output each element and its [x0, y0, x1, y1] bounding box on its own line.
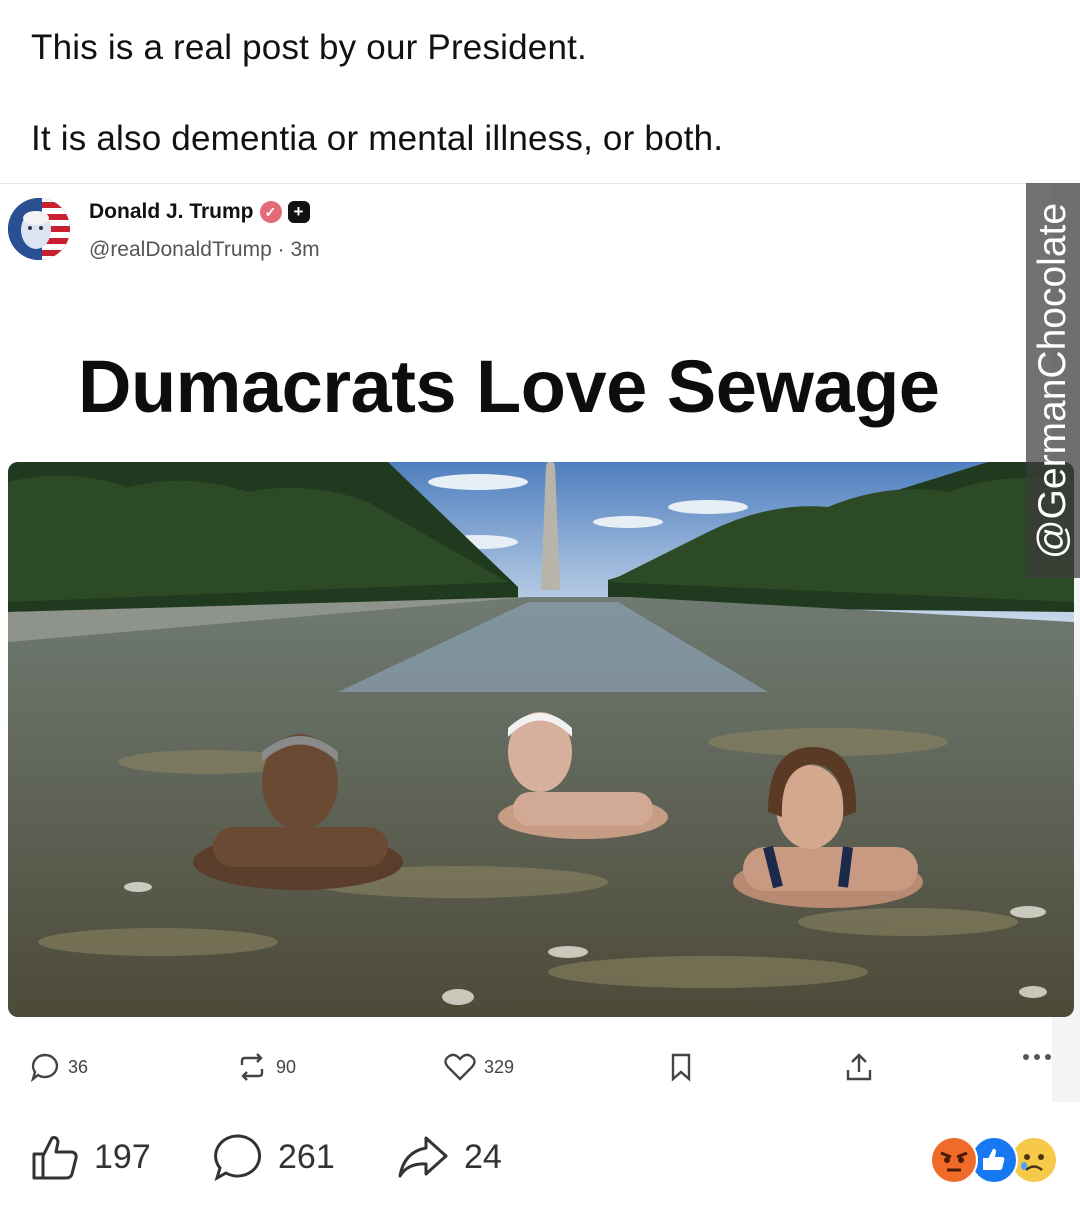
- like-action[interactable]: 329: [444, 1052, 514, 1082]
- plus-badge-icon: +: [287, 201, 310, 223]
- author-name[interactable]: Donald J. Trump: [89, 200, 254, 224]
- share-arrow-icon: [398, 1136, 448, 1178]
- heart-icon: [444, 1053, 476, 1081]
- verified-badge-icon: ✓: [259, 201, 282, 223]
- facebook-like-button[interactable]: 197: [30, 1132, 151, 1182]
- bookmark-icon: [671, 1053, 691, 1082]
- author-handle-time[interactable]: @realDonaldTrump · 3m: [89, 238, 320, 262]
- share-action[interactable]: [845, 1052, 873, 1082]
- reply-action[interactable]: 36: [30, 1052, 88, 1082]
- reply-count: 36: [68, 1056, 89, 1077]
- facebook-like-count: 197: [94, 1137, 151, 1176]
- comment-icon: [214, 1134, 262, 1182]
- repost-icon: [240, 1053, 264, 1081]
- facebook-share-button[interactable]: 24: [396, 1132, 502, 1182]
- post-image[interactable]: [8, 462, 1074, 1017]
- facebook-action-bar: 197 261 24: [0, 1102, 1080, 1210]
- bookmark-action[interactable]: [669, 1052, 693, 1082]
- facebook-comment-button[interactable]: 261: [212, 1132, 335, 1182]
- post-headline: Dumacrats Love Sewage: [78, 345, 940, 428]
- facebook-share-count: 24: [464, 1137, 502, 1176]
- caption-line-2: It is also dementia or mental illness, o…: [31, 119, 724, 158]
- repost-action[interactable]: 90: [236, 1052, 296, 1082]
- thumbs-up-icon: [32, 1136, 78, 1180]
- post-card: Donald J. Trump ✓ + @realDonaldTrump · 3…: [0, 184, 1074, 1102]
- facebook-comment-count: 261: [278, 1137, 335, 1176]
- embedded-post-screenshot: Donald J. Trump ✓ + @realDonaldTrump · 3…: [0, 183, 1080, 1103]
- like-count: 329: [484, 1056, 515, 1077]
- author-avatar[interactable]: [8, 198, 70, 260]
- reply-icon: [30, 1053, 59, 1082]
- angry-reaction-icon: [930, 1136, 978, 1184]
- repost-count: 90: [276, 1056, 297, 1077]
- more-options-action[interactable]: [1022, 1052, 1052, 1062]
- author-name-row[interactable]: Donald J. Trump ✓ +: [89, 200, 310, 224]
- watermark-text: @GermanChocolate: [1031, 202, 1074, 559]
- reaction-summary[interactable]: [930, 1136, 1058, 1184]
- watermark: @GermanChocolate: [1026, 183, 1080, 578]
- caption-line-1: This is a real post by our President.: [31, 28, 587, 67]
- share-icon: [846, 1053, 872, 1081]
- more-dots-icon: [1023, 1054, 1051, 1060]
